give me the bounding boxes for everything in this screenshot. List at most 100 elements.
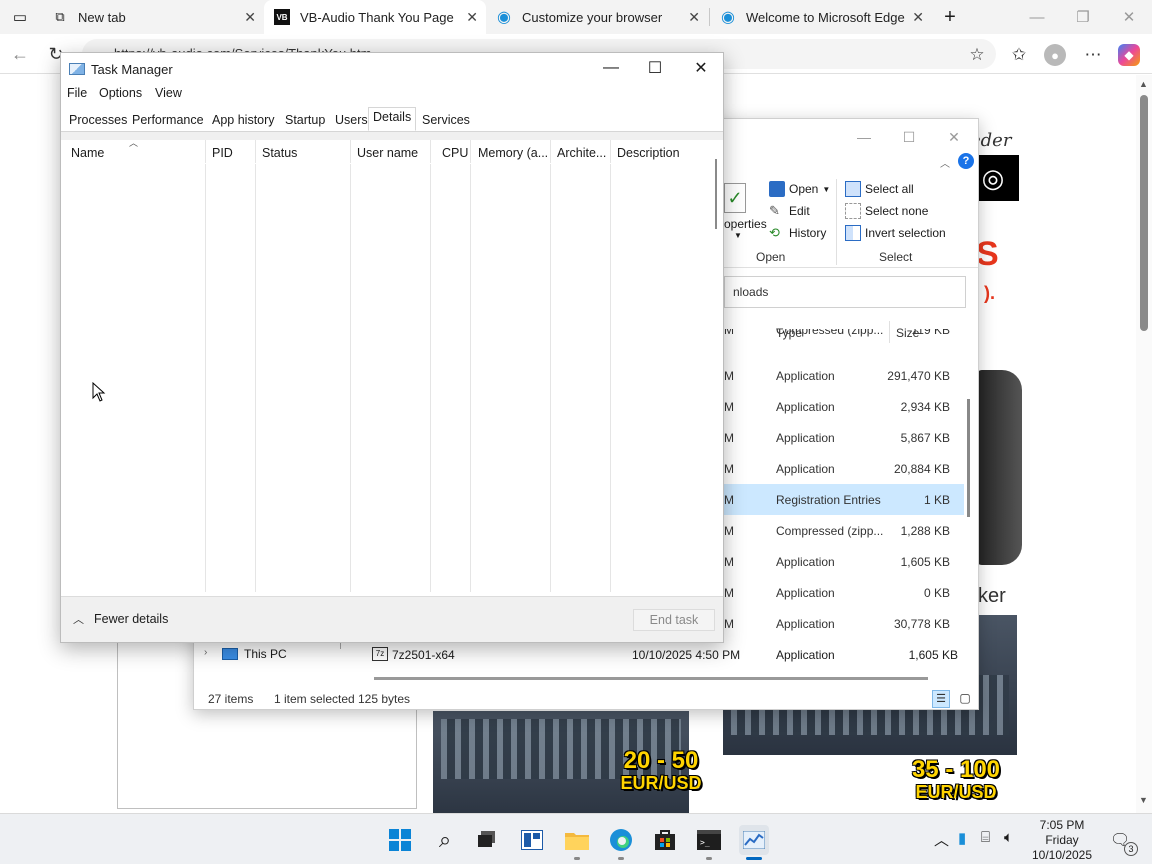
- nav-expand-icon[interactable]: ›: [204, 647, 207, 658]
- column-header-cpu[interactable]: CPU: [442, 146, 468, 160]
- file-row[interactable]: M Application 2,934 KB: [720, 391, 964, 422]
- file-row[interactable]: M Compressed (zipp... 1,288 KB: [720, 515, 964, 546]
- menu-view[interactable]: View: [155, 86, 182, 100]
- tab-performance[interactable]: Performance: [128, 111, 208, 133]
- volume-icon[interactable]: 🔈︎: [1004, 829, 1013, 846]
- show-hidden-icons-icon[interactable]: ︿: [934, 829, 949, 850]
- file-row-7z[interactable]: 7z 7z2501-x64 10/10/2025 4:50 PM Applica…: [370, 641, 964, 669]
- chevron-up-icon[interactable]: ︿: [73, 611, 84, 627]
- column-header-architecture[interactable]: Archite...: [557, 146, 606, 160]
- column-divider: [205, 140, 206, 592]
- invert-selection-button[interactable]: Invert selection: [845, 225, 946, 241]
- more-options-icon[interactable]: ⋯: [1082, 44, 1104, 66]
- menu-options[interactable]: Options: [99, 86, 142, 100]
- tm-scroll-thumb[interactable]: [715, 159, 717, 229]
- back-button[interactable]: ←: [8, 42, 32, 66]
- explorer-horizontal-scrollbar[interactable]: [374, 677, 928, 680]
- tm-maximize-button[interactable]: ☐: [632, 53, 678, 83]
- copilot-icon[interactable]: ◆: [1118, 44, 1140, 66]
- tab-new-tab[interactable]: ⧉ New tab ✕: [42, 0, 264, 34]
- properties-label: operties: [724, 217, 767, 231]
- properties-button[interactable]: ✓ operties ▼: [724, 183, 767, 240]
- tab-welcome-edge[interactable]: ◉ Welcome to Microsoft Edge ✕: [710, 0, 932, 34]
- profile-avatar[interactable]: ●: [1044, 44, 1066, 66]
- file-row[interactable]: M Application 20,884 KB: [720, 453, 964, 484]
- history-button[interactable]: ⟲ History: [769, 225, 826, 241]
- end-task-button[interactable]: End task: [633, 609, 715, 631]
- network-icon[interactable]: ⌸: [981, 829, 990, 846]
- file-row[interactable]: M Application 0 KB: [720, 577, 964, 608]
- file-date-fragment: M: [724, 462, 734, 476]
- explorer-maximize-button[interactable]: ☐: [889, 125, 929, 149]
- explorer-close-button[interactable]: ✕: [934, 125, 974, 149]
- fewer-details-link[interactable]: Fewer details: [94, 612, 168, 626]
- favorites-icon[interactable]: ✩: [1008, 44, 1030, 66]
- select-all-button[interactable]: Select all: [845, 181, 914, 197]
- tab-processes[interactable]: Processes: [65, 111, 131, 133]
- tab-customize-browser[interactable]: ◉ Customize your browser ✕: [486, 0, 708, 34]
- explorer-search-box[interactable]: nloads: [724, 276, 966, 308]
- start-windows-icon[interactable]: [386, 826, 414, 854]
- help-icon[interactable]: ?: [958, 153, 974, 169]
- widgets-icon[interactable]: [518, 826, 546, 854]
- explorer-minimize-button[interactable]: —: [844, 125, 884, 149]
- file-explorer-icon[interactable]: [563, 826, 591, 854]
- close-icon[interactable]: ✕: [688, 9, 700, 26]
- page-scroll-thumb[interactable]: [1140, 95, 1148, 331]
- file-row[interactable]: M Application 291,470 KB: [720, 360, 964, 391]
- task-view-icon[interactable]: [473, 826, 501, 854]
- close-icon[interactable]: ✕: [466, 9, 478, 26]
- browser-minimize-button[interactable]: —: [1014, 0, 1060, 34]
- column-header-name[interactable]: Name: [71, 146, 104, 160]
- tab-details[interactable]: Details: [368, 107, 417, 131]
- system-clock[interactable]: 7:05 PM Friday 10/10/2025: [1030, 818, 1094, 863]
- favorite-star-icon[interactable]: ☆: [966, 44, 988, 66]
- tab-actions-icon[interactable]: ▭: [6, 3, 34, 31]
- column-header-pid[interactable]: PID: [212, 146, 233, 160]
- tm-close-button[interactable]: ✕: [678, 53, 724, 83]
- edge-icon[interactable]: [607, 826, 635, 854]
- file-row[interactable]: M Application 30,778 KB: [720, 608, 964, 639]
- scroll-up-icon[interactable]: ▲: [1139, 79, 1148, 89]
- browser-close-button[interactable]: ✕: [1106, 0, 1152, 34]
- task-manager-icon: [69, 63, 85, 75]
- tm-minimize-button[interactable]: —: [588, 53, 634, 83]
- price-right-range: 35 - 100: [911, 756, 1001, 783]
- new-tab-button[interactable]: +: [936, 3, 964, 31]
- tab-vb-audio[interactable]: VB VB-Audio Thank You Page ✕: [264, 0, 486, 34]
- tab-startup[interactable]: Startup: [281, 111, 329, 133]
- terminal-icon[interactable]: >_: [695, 826, 723, 854]
- explorer-vertical-scrollbar[interactable]: [964, 319, 974, 671]
- close-icon[interactable]: ✕: [912, 9, 924, 26]
- browser-restore-button[interactable]: ❐: [1060, 0, 1106, 34]
- tab-users[interactable]: Users: [331, 111, 372, 133]
- details-view-icon[interactable]: ☰: [932, 690, 950, 708]
- file-size: 30,778 KB: [893, 617, 950, 631]
- close-icon[interactable]: ✕: [244, 9, 256, 26]
- column-header-user-name[interactable]: User name: [357, 146, 418, 160]
- column-header-description[interactable]: Description: [617, 146, 680, 160]
- menu-file[interactable]: File: [67, 86, 87, 100]
- edit-button[interactable]: ✎ Edit: [769, 203, 810, 219]
- select-none-button[interactable]: Select none: [845, 203, 928, 219]
- file-row[interactable]: M Application 5,867 KB: [720, 422, 964, 453]
- app-tray-icon[interactable]: ▮: [958, 829, 966, 847]
- tab-services[interactable]: Services: [418, 111, 474, 133]
- scroll-down-icon[interactable]: ▼: [1139, 795, 1148, 805]
- large-icons-view-icon[interactable]: ▢: [956, 690, 974, 708]
- tm-vertical-scrollbar[interactable]: [707, 141, 723, 591]
- ribbon-collapse-icon[interactable]: ︿: [940, 155, 950, 170]
- file-row[interactable]: M Application 1,605 KB: [720, 546, 964, 577]
- tab-app-history[interactable]: App history: [208, 111, 279, 133]
- explorer-scroll-thumb[interactable]: [967, 399, 970, 517]
- search-icon[interactable]: ⌕: [431, 826, 459, 854]
- page-scrollbar[interactable]: ▲ ▼: [1136, 75, 1152, 813]
- task-manager-taskbar-icon[interactable]: [739, 825, 769, 855]
- file-row[interactable]: M Registration Entries 1 KB: [720, 484, 964, 515]
- open-button[interactable]: Open ▼: [769, 181, 830, 197]
- column-header-status[interactable]: Status: [262, 146, 297, 160]
- column-header-memory[interactable]: Memory (a...: [478, 146, 548, 160]
- file-row[interactable]: M Compressed (zipp... 119 KB: [720, 329, 964, 343]
- nav-item-this-pc[interactable]: This PC: [244, 647, 287, 661]
- store-icon[interactable]: [651, 826, 679, 854]
